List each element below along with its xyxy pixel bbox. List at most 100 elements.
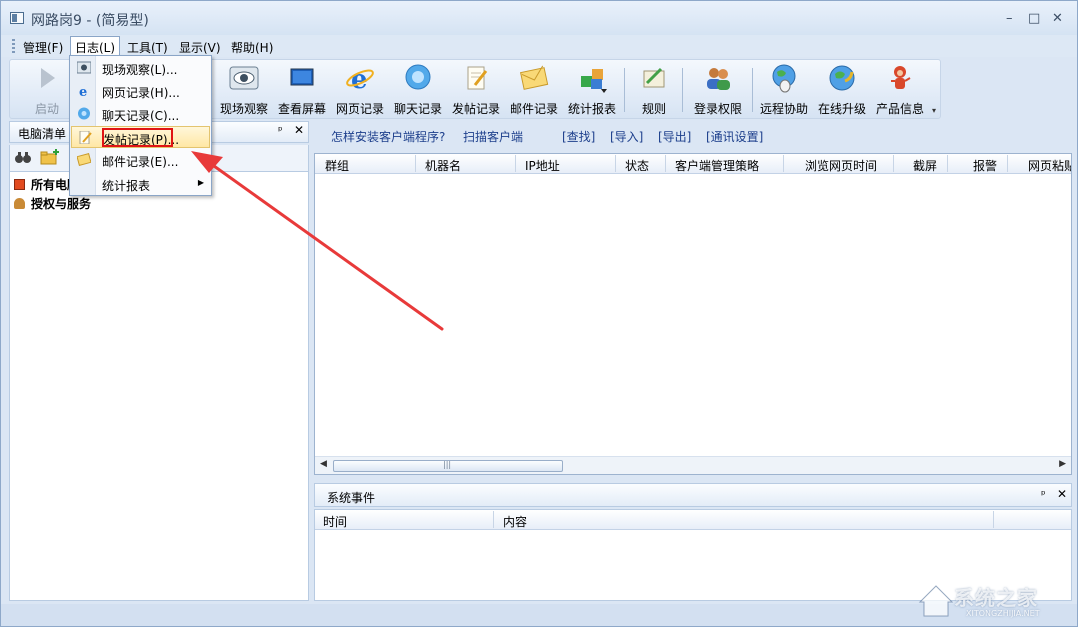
eye-icon xyxy=(77,61,91,74)
menu-bar: 管理(F) 日志(L) 工具(T) 显示(V) 帮助(H) xyxy=(1,35,1077,57)
column-header[interactable]: 群组 xyxy=(325,157,349,174)
column-divider[interactable] xyxy=(947,155,948,172)
title-bar: 网路岗9 - (简易型) – □ ✕ xyxy=(1,1,1077,35)
install-client-link[interactable]: 怎样安装客户端程序? xyxy=(331,128,445,145)
menu-item-web-log[interactable]: e 网页记录(H)... xyxy=(71,80,210,102)
watermark-house-icon xyxy=(918,585,954,617)
view-screen-button[interactable]: 查看屏幕 xyxy=(276,63,328,117)
mail-log-button[interactable]: 邮件记录 xyxy=(508,63,560,117)
rules-button[interactable]: 规则 xyxy=(634,63,674,117)
column-divider[interactable] xyxy=(615,155,616,172)
action-links-bar: 怎样安装客户端程序? 扫描客户端 [查找] [导入] [导出] [通讯设置] xyxy=(314,123,1072,149)
column-divider[interactable] xyxy=(993,511,994,528)
globe-mouse-icon xyxy=(769,63,799,93)
users-icon xyxy=(703,63,733,93)
scroll-left-icon[interactable]: ◀ xyxy=(320,459,327,469)
cubes-icon xyxy=(577,63,607,93)
panel-close-icon[interactable]: ✕ xyxy=(294,123,304,137)
column-header[interactable]: 时间 xyxy=(323,513,347,530)
login-permission-button[interactable]: 登录权限 xyxy=(690,63,746,117)
column-divider[interactable] xyxy=(515,155,516,172)
highlight-box xyxy=(102,128,173,147)
scroll-right-icon[interactable]: ▶ xyxy=(1059,459,1066,469)
menu-item-stats-report[interactable]: 统计报表 ▶ xyxy=(71,173,210,195)
chat-log-button[interactable]: 聊天记录 xyxy=(392,63,444,117)
menu-item-mail-log[interactable]: 邮件记录(E)... xyxy=(71,149,210,171)
tree-item-license-service[interactable]: 授权与服务 xyxy=(14,195,91,212)
menu-help[interactable]: 帮助(H) xyxy=(227,38,277,57)
column-divider[interactable] xyxy=(1007,155,1008,172)
computer-table: 群组 机器名 IP地址 状态 客户端管理策略 浏览网页时间 截屏 报警 网页粘贴… xyxy=(314,153,1072,475)
minimize-button[interactable]: – xyxy=(1006,11,1013,26)
computer-tree: 所有电脑 授权与服务 xyxy=(9,171,309,601)
app-window: 网路岗9 - (简易型) – □ ✕ 管理(F) 日志(L) 工具(T) 显示(… xyxy=(0,0,1078,627)
column-header[interactable]: 网页粘贴 xyxy=(1028,157,1071,174)
scroll-grip-icon: ||| xyxy=(443,460,452,469)
column-header[interactable]: 浏览网页时间 xyxy=(805,157,877,174)
menu-item-live-view[interactable]: 现场观察(L)... xyxy=(71,57,210,79)
column-header[interactable]: IP地址 xyxy=(525,157,560,174)
column-divider[interactable] xyxy=(665,155,666,172)
play-icon xyxy=(32,63,62,93)
app-icon xyxy=(10,12,24,24)
chat-icon xyxy=(78,107,90,120)
log-menu-dropdown: 现场观察(L)... e 网页记录(H)... 聊天记录(C)... 发帖记录(… xyxy=(69,55,212,196)
mascot-icon xyxy=(885,63,915,93)
events-table-header: 时间 内容 xyxy=(315,510,1071,530)
chat-icon xyxy=(403,63,433,93)
menu-log[interactable]: 日志(L) xyxy=(70,36,121,57)
post-icon xyxy=(461,63,491,93)
mail-icon xyxy=(519,63,549,93)
pin-icon[interactable]: ᵖ xyxy=(1041,488,1046,501)
toolbar-overflow-icon[interactable]: ▾ xyxy=(932,106,936,115)
menu-item-post-log[interactable]: 发帖记录(P)... xyxy=(71,126,210,148)
column-divider[interactable] xyxy=(493,511,494,528)
start-button[interactable]: 启动 xyxy=(24,63,70,117)
computer-list-title: 电脑清单 xyxy=(18,127,67,141)
comm-settings-link[interactable]: [通讯设置] xyxy=(706,128,763,145)
svg-text:e: e xyxy=(351,65,368,93)
web-log-button[interactable]: e 网页记录 xyxy=(334,63,386,117)
column-header[interactable]: 状态 xyxy=(625,157,649,174)
column-header[interactable]: 客户端管理策略 xyxy=(675,157,759,174)
import-link[interactable]: [导入] xyxy=(610,128,643,145)
column-divider[interactable] xyxy=(415,155,416,172)
menu-manage[interactable]: 管理(F) xyxy=(19,38,67,57)
ie-icon: e xyxy=(345,63,375,95)
mail-icon xyxy=(77,153,91,166)
menu-item-chat-log[interactable]: 聊天记录(C)... xyxy=(71,103,210,125)
toolbar-separator xyxy=(752,68,753,112)
online-upgrade-button[interactable]: 在线升级 xyxy=(814,63,870,117)
monitor-icon xyxy=(287,63,317,93)
column-divider[interactable] xyxy=(783,155,784,172)
post-log-button[interactable]: 发帖记录 xyxy=(450,63,502,117)
export-link[interactable]: [导出] xyxy=(658,128,691,145)
system-events-header: 系统事件 ᵖ ✕ xyxy=(314,483,1072,507)
stats-report-button[interactable]: 统计报表 xyxy=(566,63,618,117)
pin-icon[interactable]: ᵖ xyxy=(278,124,283,137)
window-title: 网路岗9 - (简易型) xyxy=(31,13,149,29)
horizontal-scrollbar[interactable]: ◀ ||| ▶ xyxy=(315,456,1071,474)
add-folder-icon[interactable] xyxy=(40,148,60,166)
column-header[interactable]: 机器名 xyxy=(425,157,461,174)
remote-assist-button[interactable]: 远程协助 xyxy=(756,63,812,117)
eye-icon xyxy=(229,63,259,93)
close-button[interactable]: ✕ xyxy=(1052,11,1063,26)
svg-text:e: e xyxy=(79,85,87,97)
binoculars-icon[interactable] xyxy=(14,150,32,164)
scan-client-link[interactable]: 扫描客户端 xyxy=(463,128,523,145)
globe-arrow-icon xyxy=(827,63,857,93)
product-info-button[interactable]: 产品信息 xyxy=(872,63,928,117)
column-header[interactable]: 报警 xyxy=(973,157,997,174)
post-icon xyxy=(79,131,92,144)
live-view-button[interactable]: 现场观察 xyxy=(218,63,270,117)
panel-close-icon[interactable]: ✕ xyxy=(1057,487,1067,501)
column-header[interactable]: 截屏 xyxy=(913,157,937,174)
computers-icon xyxy=(14,179,25,190)
toolbar-separator xyxy=(624,68,625,112)
maximize-button[interactable]: □ xyxy=(1028,11,1040,26)
find-link[interactable]: [查找] xyxy=(562,128,595,145)
column-header[interactable]: 内容 xyxy=(503,513,527,530)
column-divider[interactable] xyxy=(893,155,894,172)
rule-icon xyxy=(639,63,669,93)
